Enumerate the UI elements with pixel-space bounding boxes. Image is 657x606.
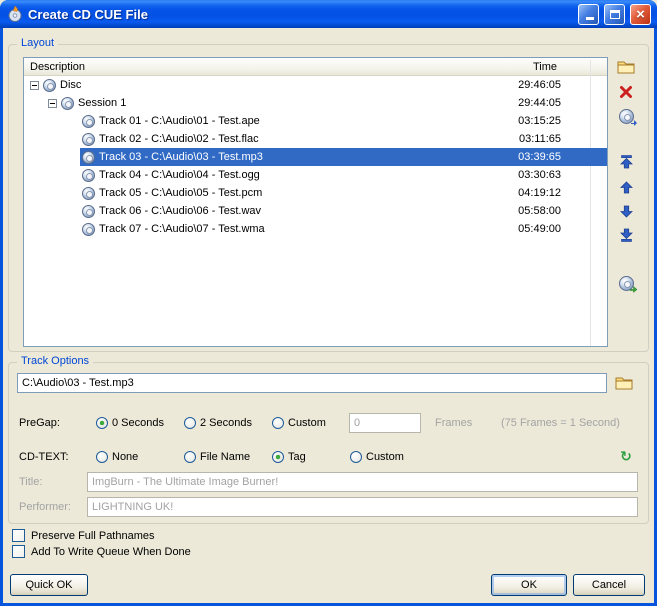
preserve-pathnames-checkbox[interactable] bbox=[12, 529, 25, 542]
folder-icon bbox=[617, 61, 635, 74]
track-icon bbox=[82, 114, 95, 128]
add-to-queue-label[interactable]: Add To Write Queue When Done bbox=[31, 546, 191, 558]
pregap-2-seconds-radio[interactable] bbox=[184, 417, 196, 429]
track-icon bbox=[82, 168, 95, 182]
performer-input bbox=[87, 497, 638, 517]
cdtext-filename-label[interactable]: File Name bbox=[200, 451, 250, 463]
collapse-toggle-disc[interactable] bbox=[30, 80, 39, 90]
title-label: Title: bbox=[19, 476, 43, 488]
cdtext-custom-label[interactable]: Custom bbox=[366, 451, 404, 463]
pregap-0-seconds-label[interactable]: 0 Seconds bbox=[112, 417, 164, 429]
list-header: Description Time bbox=[24, 58, 607, 76]
add-files-button[interactable] bbox=[613, 56, 639, 78]
app-icon bbox=[7, 6, 23, 22]
pregap-custom-radio[interactable] bbox=[272, 417, 284, 429]
browse-file-button[interactable] bbox=[611, 372, 637, 394]
close-icon: × bbox=[636, 5, 645, 23]
refresh-cdtext-button[interactable]: ↻ bbox=[613, 445, 639, 467]
arrow-to-top-icon bbox=[619, 155, 633, 169]
cancel-button[interactable]: Cancel bbox=[573, 574, 645, 596]
blue-arrow-icon bbox=[631, 120, 637, 126]
preserve-pathnames-row[interactable]: Preserve Full Pathnames bbox=[12, 529, 155, 542]
arrow-up-icon bbox=[619, 180, 633, 193]
refresh-cdtext-icon: ↻ bbox=[620, 448, 632, 464]
track-icon bbox=[82, 186, 95, 200]
cdtext-custom-radio[interactable] bbox=[350, 451, 362, 463]
tree-row-track-04[interactable]: Track 04 - C:\Audio\04 - Test.ogg 03:30:… bbox=[24, 166, 607, 184]
cdtext-none-radio[interactable] bbox=[96, 451, 108, 463]
add-to-queue-checkbox[interactable] bbox=[12, 545, 25, 558]
pregap-custom-frames-input bbox=[349, 413, 421, 433]
remove-track-button[interactable] bbox=[613, 81, 639, 103]
track-icon bbox=[82, 222, 95, 236]
pregap-2-seconds-label[interactable]: 2 Seconds bbox=[200, 417, 252, 429]
tree-row-track-07[interactable]: Track 07 - C:\Audio\07 - Test.wma 05:49:… bbox=[24, 220, 607, 238]
move-to-top-button[interactable] bbox=[613, 151, 639, 173]
disc-icon bbox=[43, 78, 56, 92]
titlebar[interactable]: Create CD CUE File × bbox=[0, 0, 657, 28]
track-icon bbox=[82, 150, 95, 164]
tree-row-track-05[interactable]: Track 05 - C:\Audio\05 - Test.pcm 04:19:… bbox=[24, 184, 607, 202]
pregap-custom-label[interactable]: Custom bbox=[288, 417, 326, 429]
collapse-toggle-session[interactable] bbox=[48, 98, 57, 108]
column-header-description[interactable]: Description bbox=[24, 61, 533, 73]
pregap-0-seconds-radio[interactable] bbox=[96, 417, 108, 429]
track-icon bbox=[82, 204, 95, 218]
cdtext-filename-radio[interactable] bbox=[184, 451, 196, 463]
window-title: Create CD CUE File bbox=[28, 6, 148, 22]
tree-row-track-06[interactable]: Track 06 - C:\Audio\06 - Test.wav 05:58:… bbox=[24, 202, 607, 220]
quick-ok-button[interactable]: Quick OK bbox=[10, 574, 88, 596]
tree-row-track-02[interactable]: Track 02 - C:\Audio\02 - Test.flac 03:11… bbox=[24, 130, 607, 148]
ok-button[interactable]: OK bbox=[491, 574, 567, 596]
track-icon bbox=[82, 132, 95, 146]
cdtext-tag-radio[interactable] bbox=[272, 451, 284, 463]
session-icon bbox=[61, 96, 74, 110]
folder-icon bbox=[615, 377, 633, 390]
close-button[interactable]: × bbox=[630, 3, 651, 25]
title-input bbox=[87, 472, 638, 492]
arrow-to-bottom-icon bbox=[619, 228, 633, 242]
performer-label: Performer: bbox=[19, 501, 71, 513]
maximize-icon bbox=[609, 9, 620, 19]
tree-row-session[interactable]: Session 1 29:44:05 bbox=[24, 94, 607, 112]
tree-row-track-01[interactable]: Track 01 - C:\Audio\01 - Test.ape 03:15:… bbox=[24, 112, 607, 130]
green-arrow-icon bbox=[629, 285, 638, 294]
minimize-button[interactable] bbox=[578, 3, 599, 25]
layout-group: Layout Description Time Disc 29:46:05 Se… bbox=[8, 37, 649, 352]
move-up-button[interactable] bbox=[613, 176, 639, 198]
dialog-body: Layout Description Time Disc 29:46:05 Se… bbox=[3, 28, 654, 603]
track-options-group: Track Options PreGap: 0 Seconds 2 Second… bbox=[8, 355, 649, 524]
track-file-path-input[interactable] bbox=[17, 373, 607, 393]
column-header-time[interactable]: Time bbox=[533, 61, 557, 73]
dialog-window: Create CD CUE File × Layout Description … bbox=[0, 0, 657, 606]
disc-tool-button[interactable] bbox=[613, 105, 639, 127]
preserve-pathnames-label[interactable]: Preserve Full Pathnames bbox=[31, 530, 155, 542]
layout-group-caption: Layout bbox=[17, 37, 59, 49]
track-list[interactable]: Description Time Disc 29:46:05 Session 1… bbox=[23, 57, 608, 347]
frames-hint: (75 Frames = 1 Second) bbox=[501, 417, 620, 429]
maximize-button[interactable] bbox=[604, 3, 625, 25]
tree-row-disc[interactable]: Disc 29:46:05 bbox=[24, 76, 607, 94]
tree-row-track-03-selected[interactable]: Track 03 - C:\Audio\03 - Test.mp3 03:39:… bbox=[24, 148, 607, 166]
track-options-caption: Track Options bbox=[17, 355, 94, 367]
move-down-button[interactable] bbox=[613, 200, 639, 222]
red-x-icon bbox=[620, 86, 632, 98]
pregap-label: PreGap: bbox=[19, 417, 60, 429]
cdtext-label: CD-TEXT: bbox=[19, 451, 69, 463]
add-to-queue-row[interactable]: Add To Write Queue When Done bbox=[12, 545, 191, 558]
cdtext-none-label[interactable]: None bbox=[112, 451, 138, 463]
frames-label: Frames bbox=[435, 417, 473, 429]
move-to-bottom-button[interactable] bbox=[613, 224, 639, 246]
cdtext-tag-label[interactable]: Tag bbox=[288, 451, 306, 463]
build-cue-button[interactable] bbox=[613, 272, 639, 294]
arrow-down-icon bbox=[619, 205, 633, 218]
minimize-icon bbox=[586, 16, 594, 20]
